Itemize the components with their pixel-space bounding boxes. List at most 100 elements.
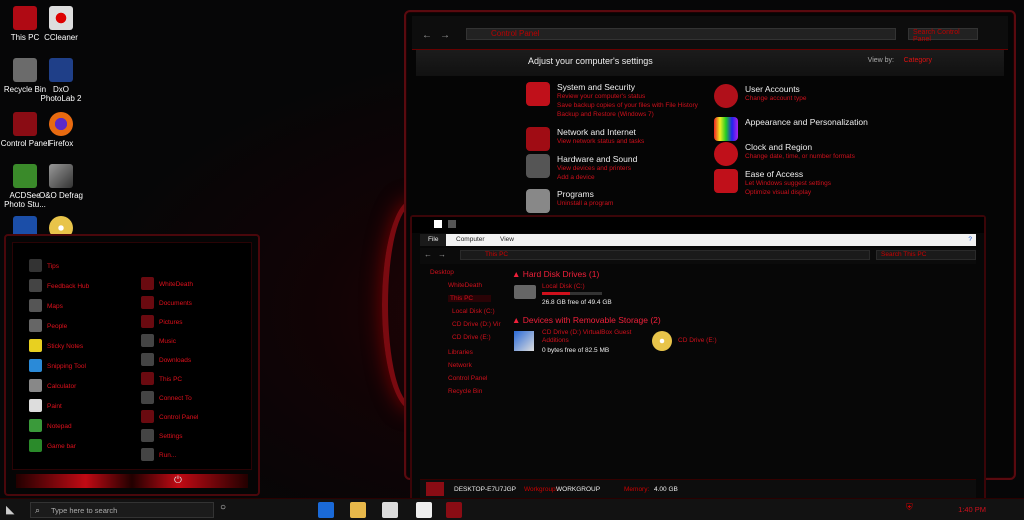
tab-computer[interactable]: Computer [456, 236, 485, 243]
start-item-snipping-tool[interactable]: Snipping Tool [29, 359, 86, 372]
back-arrow-icon[interactable]: ← [422, 30, 432, 41]
task-view-icon[interactable]: ○ [220, 502, 236, 518]
start-menu: Tips Feedback Hub Maps People Sticky Not… [4, 234, 260, 496]
section-removable-storage[interactable]: ▲ Devices with Removable Storage (2) [512, 315, 661, 325]
palette-icon [714, 117, 738, 141]
category-link[interactable]: Let Windows suggest settings [745, 180, 831, 187]
quick-access-icon[interactable] [448, 220, 456, 228]
start-item-sticky-notes[interactable]: Sticky Notes [29, 339, 83, 352]
category-title[interactable]: System and Security [557, 82, 635, 92]
tree-item-user[interactable]: WhiteDeath [448, 282, 482, 289]
start-item-notepad[interactable]: Notepad [29, 419, 72, 432]
category-user-accounts[interactable]: User Accounts Change account type [714, 84, 894, 110]
category-programs[interactable]: Programs Uninstall a program [526, 189, 706, 215]
address-bar[interactable]: This PC [460, 250, 870, 260]
back-arrow-icon[interactable]: ← [424, 250, 432, 259]
tab-view[interactable]: View [500, 236, 514, 243]
category-clock-region[interactable]: Clock and Region Change date, time, or n… [714, 142, 894, 168]
taskbar-search[interactable]: ⌕ Type here to search [30, 502, 214, 518]
ccleaner-desktop-icon[interactable]: CCleaner [36, 6, 86, 42]
search-input[interactable]: Search This PC [876, 250, 976, 260]
tree-item-this-pc[interactable]: This PC [448, 295, 492, 302]
music-icon [141, 334, 154, 347]
control-panel-taskbar-icon[interactable] [446, 502, 462, 518]
help-icon[interactable]: ? [968, 236, 972, 243]
category-title[interactable]: User Accounts [745, 84, 800, 94]
category-link[interactable]: Add a device [557, 174, 595, 181]
tree-item-local-disk[interactable]: Local Disk (C:) [452, 308, 495, 315]
start-item-downloads[interactable]: Downloads [141, 353, 191, 366]
tray-shield-icon[interactable]: ⛨ [906, 502, 922, 518]
start-item-this-pc[interactable]: This PC [141, 372, 182, 385]
category-hardware-sound[interactable]: Hardware and Sound View devices and prin… [526, 154, 706, 184]
category-ease-of-access[interactable]: Ease of Access Let Windows suggest setti… [714, 169, 894, 201]
address-text: This PC [485, 251, 509, 258]
start-item-tips[interactable]: Tips [29, 259, 59, 272]
category-network[interactable]: Network and Internet View network status… [526, 127, 706, 153]
tree-item-control-panel[interactable]: Control Panel [448, 375, 487, 382]
clock[interactable]: 1:40 PM [958, 505, 986, 514]
category-link[interactable]: Review your computer's status [557, 93, 645, 100]
start-item-calculator[interactable]: Calculator [29, 379, 76, 392]
connect-icon [141, 391, 154, 404]
category-link[interactable]: View devices and printers [557, 165, 631, 172]
dxo-desktop-icon[interactable]: DxO PhotoLab 2 [36, 58, 86, 103]
category-title[interactable]: Hardware and Sound [557, 154, 637, 164]
tree-item-recycle-bin[interactable]: Recycle Bin [448, 388, 482, 395]
address-bar[interactable]: Control Panel [466, 28, 896, 40]
start-item-control-panel[interactable]: Control Panel [141, 410, 198, 423]
file-explorer-icon[interactable] [350, 502, 366, 518]
store-icon[interactable] [382, 502, 398, 518]
tree-item-libraries[interactable]: Libraries [448, 349, 473, 356]
category-link[interactable]: View network status and tasks [557, 138, 644, 145]
power-icon[interactable]: ⏻ [174, 475, 182, 486]
start-item-run[interactable]: Run... [141, 448, 176, 461]
section-hard-disk-drives[interactable]: ▲ Hard Disk Drives (1) [512, 269, 599, 279]
drive-c[interactable]: Local Disk (C:) 26.8 GB free of 49.4 GB [514, 283, 634, 309]
view-by-dropdown[interactable]: Category [904, 57, 932, 64]
start-item-paint[interactable]: Paint [29, 399, 62, 412]
start-item-settings[interactable]: Settings [141, 429, 183, 442]
category-link[interactable]: Optimize visual display [745, 189, 811, 196]
tree-item-network[interactable]: Network [448, 362, 472, 369]
category-system-security[interactable]: System and Security Review your computer… [526, 82, 706, 122]
category-link[interactable]: Save backup copies of your files with Fi… [557, 102, 698, 109]
start-button[interactable]: ◣ [6, 503, 22, 517]
search-input[interactable]: Search Control Panel [908, 28, 978, 43]
category-title[interactable]: Clock and Region [745, 142, 812, 152]
category-link[interactable]: Backup and Restore (Windows 7) [557, 111, 654, 118]
category-title[interactable]: Network and Internet [557, 127, 636, 137]
tree-item-desktop[interactable]: Desktop [430, 269, 454, 276]
start-item-maps[interactable]: Maps [29, 299, 63, 312]
paint-icon [29, 399, 42, 412]
category-link[interactable]: Uninstall a program [557, 200, 613, 207]
category-link[interactable]: Change date, time, or number formats [745, 153, 855, 160]
drive-d[interactable]: CD Drive (D:) VirtualBox Guest Additions… [514, 329, 654, 359]
start-item-pictures[interactable]: Pictures [141, 315, 182, 328]
tree-item-cd-d[interactable]: CD Drive (D:) Vir [452, 321, 501, 328]
category-title[interactable]: Ease of Access [745, 169, 803, 179]
forward-arrow-icon[interactable]: → [440, 30, 450, 41]
category-link[interactable]: Change account type [745, 95, 806, 102]
firefox-desktop-icon[interactable]: Firefox [36, 112, 86, 148]
forward-arrow-icon[interactable]: → [438, 250, 446, 259]
start-item-documents[interactable]: Documents [141, 296, 192, 309]
shield-icon [526, 82, 550, 106]
start-item-music[interactable]: Music [141, 334, 176, 347]
user-icon [714, 84, 738, 108]
category-title[interactable]: Appearance and Personalization [745, 117, 868, 127]
category-appearance[interactable]: Appearance and Personalization [714, 117, 914, 141]
tab-file[interactable]: File [420, 234, 447, 246]
start-item-people[interactable]: People [29, 319, 67, 332]
edge-icon[interactable] [318, 502, 334, 518]
start-item-game-bar[interactable]: Game bar [29, 439, 76, 452]
oo-defrag-desktop-icon[interactable]: O&O Defrag [36, 164, 86, 200]
mail-icon[interactable] [416, 502, 432, 518]
desktop-icon-label: Firefox [48, 139, 74, 148]
tree-item-cd-e[interactable]: CD Drive (E:) [452, 334, 491, 341]
start-item-user-folder[interactable]: WhiteDeath [141, 277, 193, 290]
category-title[interactable]: Programs [557, 189, 594, 199]
drive-e[interactable]: CD Drive (E:) [652, 331, 742, 353]
start-item-connect-to[interactable]: Connect To [141, 391, 192, 404]
start-item-feedback[interactable]: Feedback Hub [29, 279, 89, 292]
